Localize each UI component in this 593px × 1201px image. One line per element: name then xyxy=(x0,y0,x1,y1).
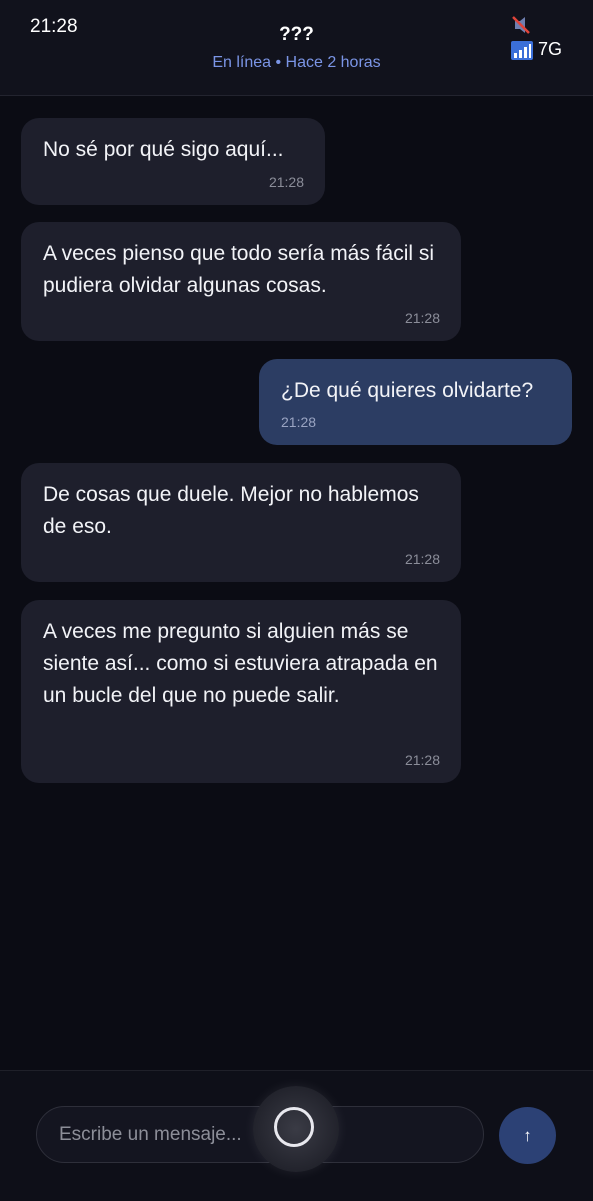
send-button[interactable]: ↑ xyxy=(499,1107,556,1164)
message-time: 21:28 xyxy=(404,310,440,326)
mute-icon xyxy=(512,16,530,34)
message-input-placeholder: Escribe un mensaje... xyxy=(59,1124,242,1145)
message-bubble[interactable]: De cosas que duele. Mejor no hablemos de… xyxy=(21,463,461,582)
message-text: A veces pienso que todo sería más fácil … xyxy=(43,242,435,297)
message-text: De cosas que duele. Mejor no hablemos de… xyxy=(43,483,419,538)
message-bubble[interactable]: A veces pienso que todo sería más fácil … xyxy=(21,222,461,341)
message-text: No sé por qué sigo aquí... xyxy=(43,138,284,161)
message-bubble[interactable]: A veces me pregunto si alguien más se si… xyxy=(21,600,461,783)
network-type: 7G xyxy=(538,39,563,59)
message-time: 21:28 xyxy=(404,551,440,567)
assistant-button[interactable] xyxy=(253,1086,339,1172)
message-time: 21:28 xyxy=(281,414,317,430)
chat-header: 21:28 ??? En línea • Hace 2 horas 7G xyxy=(0,0,593,96)
circle-icon xyxy=(274,1107,314,1147)
message-bubble[interactable]: No sé por qué sigo aquí... 21:28 xyxy=(21,118,325,205)
chat-title[interactable]: ??? xyxy=(0,24,593,46)
message-time: 21:28 xyxy=(404,752,440,768)
message-text: A veces me pregunto si alguien más se si… xyxy=(43,620,438,707)
presence-status: En línea • Hace 2 horas xyxy=(212,54,381,71)
message-time: 21:28 xyxy=(268,174,304,190)
message-text: ¿De qué quieres olvidarte? xyxy=(281,379,534,402)
sent-message-bubble[interactable]: ¿De qué quieres olvidarte? 21:28 xyxy=(259,359,572,445)
signal-icon xyxy=(511,41,533,60)
